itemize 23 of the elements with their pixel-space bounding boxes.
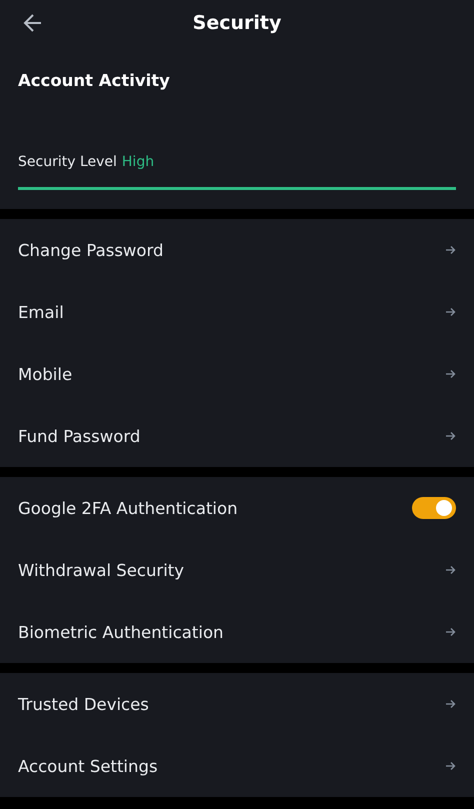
chevron-arrow-icon bbox=[445, 369, 456, 379]
back-arrow-icon[interactable] bbox=[22, 12, 44, 34]
chevron-arrow-icon bbox=[445, 245, 456, 255]
menu-item-label[interactable]: Mobile bbox=[18, 364, 72, 384]
chevron-arrow-icon bbox=[445, 627, 456, 637]
menu-item-label[interactable]: Withdrawal Security bbox=[18, 560, 184, 580]
toggle-switch[interactable] bbox=[412, 497, 456, 519]
security-level-value: High bbox=[122, 154, 154, 170]
chevron-arrow-icon bbox=[445, 307, 456, 317]
menu-item-label[interactable]: Fund Password bbox=[18, 426, 140, 446]
chevron-arrow-icon bbox=[445, 431, 456, 441]
chevron-arrow-icon bbox=[445, 565, 456, 575]
menu-item-label[interactable]: Account Settings bbox=[18, 756, 158, 776]
menu-item-label[interactable]: Google 2FA Authentication bbox=[18, 498, 238, 518]
menu-item-label[interactable]: Biometric Authentication bbox=[18, 622, 224, 642]
account-activity-label: Account Activity bbox=[18, 71, 170, 90]
security-level-label: Security Level bbox=[18, 154, 117, 170]
page-title: Security bbox=[192, 12, 282, 34]
menu-item-label[interactable]: Email bbox=[18, 302, 64, 322]
menu-item-label[interactable]: Change Password bbox=[18, 240, 164, 260]
chevron-arrow-icon bbox=[445, 761, 456, 771]
chevron-arrow-icon bbox=[445, 699, 456, 709]
menu-item-label[interactable]: Trusted Devices bbox=[18, 694, 149, 714]
